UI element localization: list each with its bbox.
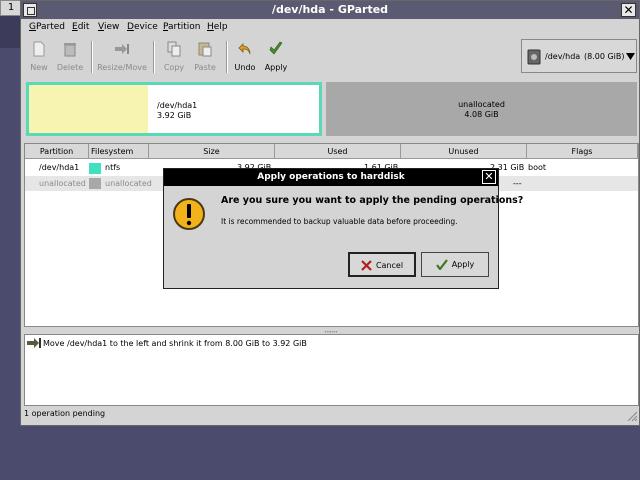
title-bar[interactable]: /dev/hda - GParted ✕ <box>21 1 639 19</box>
dialog-secondary-text: It is recommended to backup valuable dat… <box>221 217 458 226</box>
resize-move-label: Resize/Move <box>97 63 147 72</box>
toolbar-separator <box>91 41 93 73</box>
column-header-partition[interactable]: Partition <box>25 144 89 159</box>
unallocated-block-name: unallocated <box>458 100 505 109</box>
column-header-filesystem[interactable]: Filesystem <box>89 144 149 159</box>
window-menu-icon[interactable] <box>23 3 37 17</box>
resize-grip-icon[interactable] <box>627 411 637 421</box>
delete-label: Delete <box>56 63 84 72</box>
cell-partition: /dev/hda1 <box>39 163 80 172</box>
resize-move-button[interactable]: Resize/Move <box>97 39 147 75</box>
undo-label: Undo <box>234 63 256 72</box>
device-name: /dev/hda <box>545 52 581 61</box>
paste-label: Paste <box>194 63 216 72</box>
filesystem-color-swatch <box>89 178 101 189</box>
device-size: (8.00 GiB) <box>584 52 625 61</box>
copy-button[interactable]: Copy <box>160 39 188 75</box>
device-selector[interactable]: /dev/hda (8.00 GiB) <box>521 39 637 73</box>
toolbar-separator <box>226 41 228 73</box>
undo-button[interactable]: Undo <box>232 39 258 75</box>
cancel-label: Cancel <box>375 261 404 270</box>
filesystem-color-swatch <box>89 163 101 174</box>
workspace-number[interactable]: 1 <box>0 0 22 16</box>
new-button[interactable]: New <box>25 39 53 75</box>
partition-used-fill <box>29 85 148 133</box>
dropdown-arrow-icon <box>626 53 635 60</box>
cell-filesystem: unallocated <box>105 179 152 188</box>
apply-button[interactable]: Apply <box>262 39 290 75</box>
partition-block-name: /dev/hda1 <box>157 101 198 110</box>
status-bar: 1 operation pending <box>24 409 106 418</box>
cell-filesystem: ntfs <box>105 163 121 172</box>
column-header-flags[interactable]: Flags <box>527 144 638 159</box>
menu-device[interactable]: Device <box>127 22 158 32</box>
pending-operations-pane: Move /dev/hda1 to the left and shrink it… <box>24 334 639 406</box>
menu-view[interactable]: View <box>98 22 119 32</box>
trash-icon <box>64 43 76 57</box>
resize-move-icon <box>27 338 41 348</box>
menu-edit[interactable]: Edit <box>72 22 89 32</box>
undo-icon <box>238 43 251 55</box>
cell-unused: --- <box>513 179 522 188</box>
dialog-primary-text: Are you sure you want to apply the pendi… <box>221 195 524 206</box>
unallocated-block-size: 4.08 GiB <box>464 110 499 119</box>
menu-gparted[interactable]: GParted <box>29 22 65 32</box>
checkmark-icon <box>269 41 283 55</box>
cancel-button[interactable]: Cancel <box>348 252 416 277</box>
toolbar-separator <box>153 41 155 73</box>
dialog-close-icon[interactable]: ✕ <box>482 170 496 184</box>
new-label: New <box>30 63 48 72</box>
menu-bar: GParted Edit View Device Partition Help <box>21 19 639 37</box>
list-item[interactable]: Move /dev/hda1 to the left and shrink it… <box>25 335 638 351</box>
resize-move-icon <box>115 44 129 54</box>
apply-confirm-label: Apply <box>451 260 475 269</box>
unallocated-block-label: unallocated 4.08 GiB <box>326 100 637 120</box>
apply-confirm-button[interactable]: Apply <box>421 252 489 277</box>
checkmark-icon <box>435 259 448 270</box>
paste-button[interactable]: Paste <box>190 39 220 75</box>
pending-operation-text: Move /dev/hda1 to the left and shrink it… <box>43 339 307 348</box>
cell-flags: boot <box>528 163 547 172</box>
apply-confirmation-dialog: Apply operations to harddisk ✕ Are you s… <box>163 168 523 289</box>
menu-partition[interactable]: Partition <box>163 22 201 32</box>
column-header-size[interactable]: Size <box>149 144 275 159</box>
copy-icon <box>167 41 181 57</box>
cell-partition: unallocated <box>39 179 86 188</box>
warning-icon <box>173 198 205 230</box>
paste-icon <box>198 42 212 57</box>
column-header-used[interactable]: Used <box>275 144 401 159</box>
partition-block-size: 3.92 GiB <box>157 111 192 120</box>
unallocated-block[interactable]: unallocated 4.08 GiB <box>326 82 637 136</box>
partition-block-label: /dev/hda1 3.92 GiB <box>157 101 197 121</box>
delete-button[interactable]: Delete <box>55 39 85 75</box>
window-close-icon[interactable]: ✕ <box>621 3 636 17</box>
disk-map: /dev/hda1 3.92 GiB unallocated 4.08 GiB <box>24 81 639 139</box>
cancel-x-icon <box>361 260 372 271</box>
menu-help[interactable]: Help <box>207 22 228 32</box>
harddisk-icon <box>527 49 541 65</box>
copy-label: Copy <box>163 63 185 72</box>
column-header-unused[interactable]: Unused <box>401 144 527 159</box>
dialog-title[interactable]: Apply operations to harddisk <box>164 169 498 186</box>
window-title: /dev/hda - GParted <box>271 3 389 16</box>
apply-label: Apply <box>264 63 288 72</box>
new-icon <box>33 41 45 57</box>
partition-block-hda1[interactable]: /dev/hda1 3.92 GiB <box>26 82 322 136</box>
